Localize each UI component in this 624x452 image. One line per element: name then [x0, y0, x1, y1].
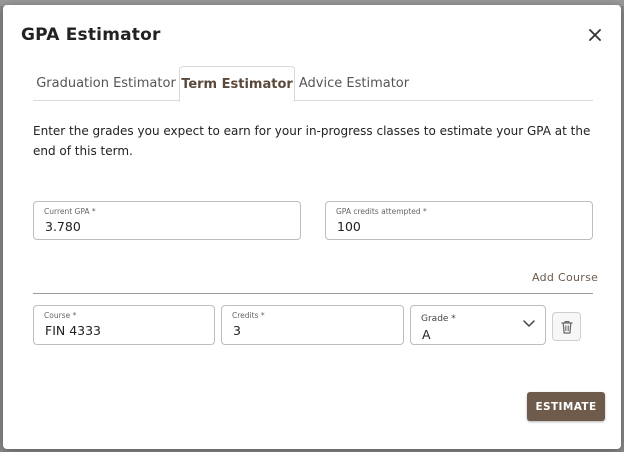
instructions-text: Enter the grades you expect to earn for … — [33, 124, 591, 158]
credits-attempted-value: 100 — [337, 219, 361, 234]
estimate-button[interactable]: ESTIMATE — [527, 392, 605, 421]
tab-advice-estimator[interactable]: Advice Estimator — [297, 66, 411, 101]
credits-value: 3 — [233, 323, 241, 338]
delete-course-button[interactable] — [552, 312, 581, 341]
current-gpa-label: Current GPA * — [44, 207, 96, 216]
close-button[interactable] — [583, 23, 607, 47]
current-gpa-value: 3.780 — [45, 219, 81, 234]
credits-attempted-label: GPA credits attempted * — [336, 207, 427, 216]
course-field[interactable]: Course * FIN 4333 — [33, 305, 215, 345]
tab-term-estimator[interactable]: Term Estimator — [179, 66, 295, 102]
grade-select[interactable]: Grade * A — [410, 305, 546, 345]
gpa-estimator-dialog: GPA Estimator Graduation Estimator Term … — [3, 5, 621, 449]
credits-field[interactable]: Credits * 3 — [221, 305, 404, 345]
grade-value: A — [422, 327, 431, 342]
tab-graduation-estimator[interactable]: Graduation Estimator — [33, 66, 179, 101]
dialog-title: GPA Estimator — [21, 25, 161, 45]
course-value: FIN 4333 — [45, 323, 102, 338]
grade-label: Grade * — [421, 314, 456, 324]
credits-attempted-field[interactable]: GPA credits attempted * 100 — [325, 201, 593, 240]
estimator-tabs: Graduation Estimator Term Estimator Advi… — [33, 66, 593, 102]
section-divider — [33, 293, 593, 294]
trash-icon — [560, 320, 573, 334]
credits-label: Credits * — [232, 311, 265, 320]
current-gpa-field[interactable]: Current GPA * 3.780 — [33, 201, 301, 240]
add-course-link[interactable]: Add Course — [532, 271, 598, 284]
chevron-down-icon — [523, 320, 535, 327]
course-label: Course * — [44, 311, 77, 320]
close-icon — [589, 29, 601, 41]
